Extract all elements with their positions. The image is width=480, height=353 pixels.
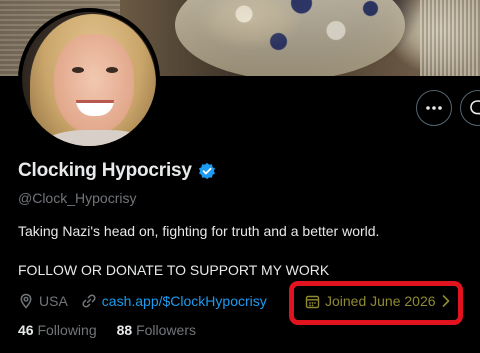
following-label: Following xyxy=(37,322,97,338)
avatar[interactable] xyxy=(18,8,160,150)
followers-link[interactable]: 88 Followers xyxy=(117,322,196,338)
message-button[interactable] xyxy=(460,90,480,126)
following-link[interactable]: 46 Following xyxy=(18,322,97,338)
followers-count: 88 xyxy=(116,322,133,338)
location-item: USA xyxy=(18,293,68,309)
avatar-eye-left xyxy=(72,67,84,73)
avatar-eye-right xyxy=(106,67,118,73)
avatar-shirt xyxy=(42,130,152,146)
banner-teacup xyxy=(175,0,405,76)
avatar-face xyxy=(54,34,134,134)
more-dots-icon xyxy=(426,106,442,110)
location-pin-icon xyxy=(20,293,32,309)
red-highlight-annotation xyxy=(289,281,463,325)
following-count: 46 xyxy=(18,322,34,338)
follow-stats: 46 Following 88 Followers xyxy=(18,322,196,338)
profile-meta: USA cash.app/$ClockHypocrisy xyxy=(18,291,267,311)
followers-label: Followers xyxy=(136,322,196,338)
message-icon xyxy=(470,100,480,115)
handle: @Clock_Hypocrisy xyxy=(18,190,137,206)
link-icon xyxy=(82,294,96,308)
bio-line-1: Taking Nazi's head on, fighting for trut… xyxy=(18,223,380,239)
location-text: USA xyxy=(39,293,68,309)
website-link[interactable]: cash.app/$ClockHypocrisy xyxy=(102,293,267,309)
name-row: Clocking Hypocrisy xyxy=(18,160,216,182)
banner-newspaper-right xyxy=(420,0,480,76)
verified-badge-icon[interactable] xyxy=(198,162,216,180)
website-item[interactable]: cash.app/$ClockHypocrisy xyxy=(81,293,267,309)
display-name: Clocking Hypocrisy xyxy=(18,160,192,181)
bio-line-2: FOLLOW OR DONATE TO SUPPORT MY WORK xyxy=(18,262,330,278)
more-options-button[interactable] xyxy=(416,90,452,126)
